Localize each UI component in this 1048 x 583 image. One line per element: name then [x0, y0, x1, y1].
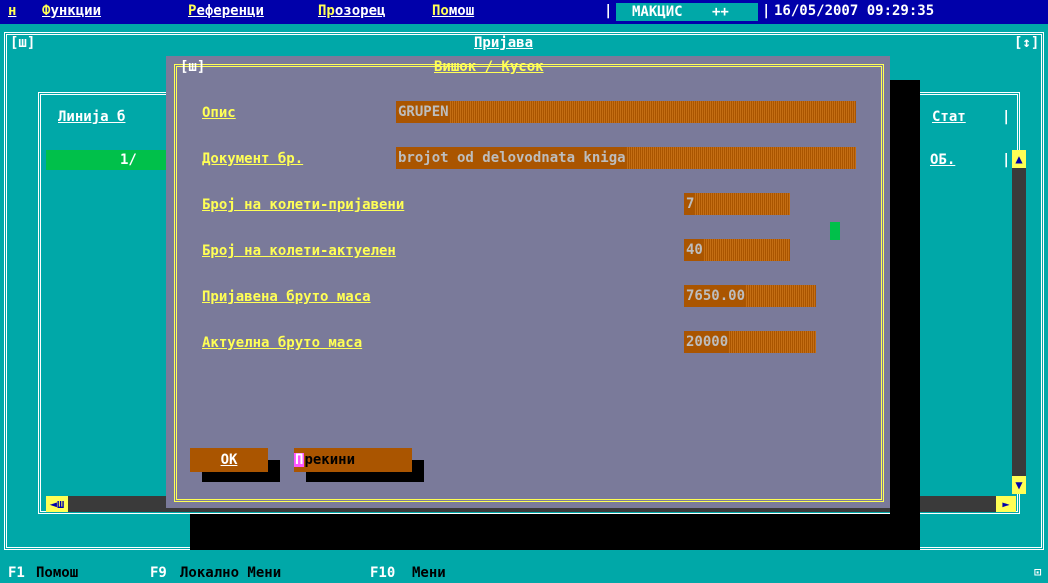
field-value: brojot od delovodnata kniga — [398, 150, 626, 166]
field-fill — [625, 147, 856, 169]
label-declared-gross-mass: Пријавена бруто маса — [202, 289, 371, 305]
label-packages-actual: Број на колети-актуелен — [202, 243, 396, 259]
main-window-title: Пријава — [474, 35, 534, 51]
field-fill — [694, 193, 790, 215]
scroll-left-label: ш — [57, 497, 65, 511]
field-value: GRUPEN — [398, 104, 449, 120]
dialog-frame — [174, 64, 884, 502]
dialog-system-menu-icon[interactable]: [ш] — [180, 60, 205, 74]
field-fill — [745, 285, 816, 307]
brand-suffix: ++ — [712, 4, 729, 20]
menu-label: озорец — [334, 3, 386, 19]
menu-item-references[interactable]: Референци — [188, 4, 264, 18]
field-value: 40 — [686, 242, 703, 258]
menu-item-n[interactable]: н — [8, 4, 16, 18]
label-packages-declared: Број на колети-пријавени — [202, 197, 405, 213]
status-indicator-icon: ⊡ — [1034, 565, 1042, 579]
menu-hotkey: Пр — [318, 3, 335, 19]
field-value: 7650.00 — [686, 288, 746, 304]
field-fill — [702, 239, 790, 261]
f1-description: Помош — [36, 565, 79, 581]
dialog-shadow — [890, 80, 920, 540]
menu-hotkey: н — [8, 3, 17, 19]
menu-item-help[interactable]: Помош — [432, 4, 474, 18]
packages-actual-field[interactable]: 40 — [684, 239, 790, 261]
row-line-cell: 1/ — [120, 152, 137, 168]
field-value: 7 — [686, 196, 695, 212]
menu-separator: | — [604, 3, 613, 19]
cancel-hotkey: П — [294, 452, 305, 468]
field-fill — [448, 101, 856, 123]
cancel-label: рекини — [304, 452, 356, 468]
description-field[interactable]: GRUPEN — [396, 101, 856, 123]
menu-label: ункции — [50, 3, 102, 19]
column-separator: | — [1002, 109, 1011, 125]
menu-item-window[interactable]: Прозорец — [318, 4, 385, 18]
scroll-left-arrow-icon[interactable]: ◄ ш — [46, 496, 68, 512]
focus-marker — [830, 222, 840, 240]
f9-key[interactable]: F9 — [150, 566, 167, 580]
scroll-up-arrow-icon[interactable]: ▲ — [1012, 150, 1026, 168]
f9-description: Локално Мени — [180, 565, 282, 581]
dialog-title: Вишок / Кусок — [434, 59, 544, 75]
actual-gross-mass-field[interactable]: 20000 — [684, 331, 816, 353]
dialog-shadow — [190, 514, 920, 550]
field-value: 20000 — [686, 334, 729, 350]
document-number-field[interactable]: brojot od delovodnata kniga — [396, 147, 856, 169]
window-system-menu-icon[interactable]: [ш] — [10, 36, 35, 50]
ok-button[interactable]: OK — [190, 448, 268, 472]
column-header-line[interactable]: Линија б — [58, 110, 125, 124]
window-zoom-icon[interactable]: [↕] — [1014, 36, 1039, 50]
field-fill — [728, 331, 816, 353]
brand-name: МАКЦИС — [632, 4, 683, 20]
scroll-right-arrow-icon[interactable]: ► — [996, 496, 1016, 512]
menu-label: мош — [448, 3, 475, 19]
cancel-button[interactable]: Прекини — [294, 448, 412, 472]
label-actual-gross-mass: Актуелна бруто маса — [202, 335, 363, 351]
menu-hotkey: По — [432, 3, 449, 19]
label-description: Опис — [202, 105, 236, 121]
f10-description: Мени — [412, 565, 446, 581]
menu-item-functions[interactable]: Функции — [42, 4, 101, 18]
table-row[interactable] — [46, 150, 168, 170]
f10-key[interactable]: F10 — [370, 566, 395, 580]
scroll-down-arrow-icon[interactable]: ▼ — [1012, 476, 1026, 494]
label-document-number: Документ бр. — [202, 151, 304, 167]
clock: 16/05/2007 09:29:35 — [774, 3, 935, 19]
vertical-scrollbar[interactable] — [1012, 150, 1026, 494]
row-status-cell: ОБ. — [930, 152, 956, 168]
left-arrow-icon: ◄ — [49, 497, 57, 511]
column-header-status[interactable]: Стат — [932, 110, 966, 124]
declared-gross-mass-field[interactable]: 7650.00 — [684, 285, 816, 307]
menu-separator: | — [762, 3, 771, 19]
f1-key[interactable]: F1 — [8, 566, 25, 580]
packages-declared-field[interactable]: 7 — [684, 193, 790, 215]
menu-label: еференци — [196, 3, 264, 19]
column-separator: | — [1002, 152, 1011, 168]
